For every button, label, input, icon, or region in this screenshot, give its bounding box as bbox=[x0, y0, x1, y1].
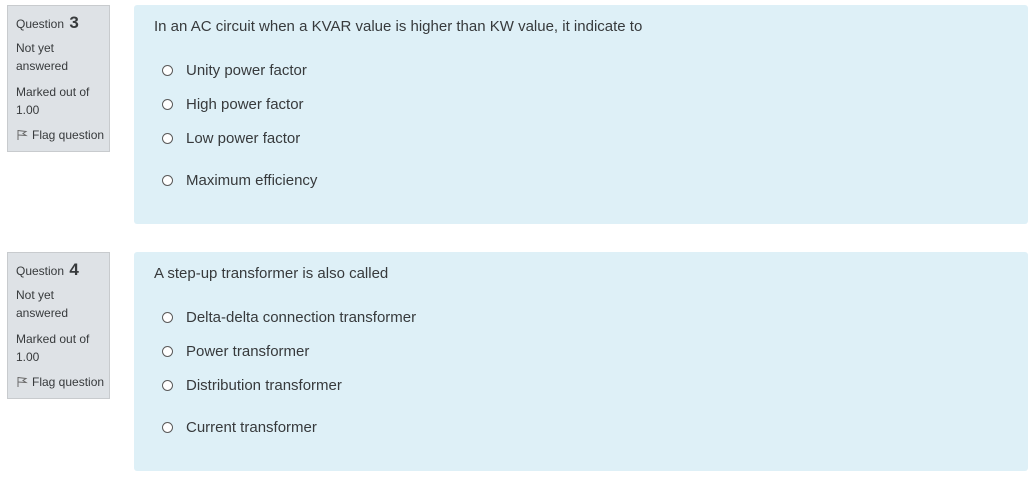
question-content: A step-up transformer is also called Del… bbox=[134, 252, 1028, 471]
answer-option-label: Power transformer bbox=[186, 343, 310, 360]
question-content: In an AC circuit when a KVAR value is hi… bbox=[134, 5, 1028, 224]
answer-option[interactable]: Low power factor bbox=[162, 130, 300, 147]
question-number-value: 4 bbox=[69, 260, 79, 279]
question-state: Not yet answered bbox=[16, 41, 69, 73]
answer-option[interactable]: Power transformer bbox=[162, 343, 309, 360]
question-info-panel: Question 4 Not yet answered Marked out o… bbox=[7, 252, 110, 399]
answer-option[interactable]: High power factor bbox=[162, 96, 304, 113]
question-grade: Marked out of 1.00 bbox=[16, 332, 90, 364]
question-number-value: 3 bbox=[69, 13, 79, 32]
answer-option[interactable]: Current transformer bbox=[162, 419, 317, 436]
answer-option-label: Delta-delta connection transformer bbox=[186, 309, 417, 326]
flag-question-label: Flag question bbox=[32, 375, 105, 389]
flag-icon bbox=[17, 377, 28, 387]
radio-unchecked-icon[interactable] bbox=[162, 175, 173, 186]
radio-unchecked-icon[interactable] bbox=[162, 133, 173, 144]
question-text: A step-up transformer is also called bbox=[154, 265, 389, 282]
question-text: In an AC circuit when a KVAR value is hi… bbox=[154, 18, 643, 35]
answer-option-label: High power factor bbox=[186, 96, 304, 113]
radio-unchecked-icon[interactable] bbox=[162, 65, 173, 76]
answer-option[interactable]: Distribution transformer bbox=[162, 377, 342, 394]
answer-option-label: Current transformer bbox=[186, 419, 317, 436]
question-label: Question bbox=[16, 17, 65, 31]
answer-option[interactable]: Maximum efficiency bbox=[162, 172, 317, 189]
question-state: Not yet answered bbox=[16, 288, 69, 320]
flag-question-link[interactable]: Flag question bbox=[16, 127, 109, 143]
answer-option[interactable]: Delta-delta connection transformer bbox=[162, 309, 416, 326]
radio-unchecked-icon[interactable] bbox=[162, 422, 173, 433]
radio-unchecked-icon[interactable] bbox=[162, 346, 173, 357]
radio-unchecked-icon[interactable] bbox=[162, 99, 173, 110]
flag-icon bbox=[17, 130, 28, 140]
question-info-panel: Question 3 Not yet answered Marked out o… bbox=[7, 5, 110, 152]
radio-unchecked-icon[interactable] bbox=[162, 380, 173, 391]
flag-question-link[interactable]: Flag question bbox=[16, 374, 109, 390]
answer-option-label: Low power factor bbox=[186, 130, 301, 147]
answer-option-label: Unity power factor bbox=[186, 62, 307, 79]
question-grade: Marked out of 1.00 bbox=[16, 85, 90, 117]
answer-option-label: Distribution transformer bbox=[186, 377, 342, 394]
question-label: Question bbox=[16, 264, 65, 278]
answer-option-label: Maximum efficiency bbox=[186, 172, 318, 189]
flag-question-label: Flag question bbox=[32, 128, 105, 142]
question-number: Question 4 bbox=[16, 259, 109, 283]
question-number: Question 3 bbox=[16, 12, 109, 36]
answer-option[interactable]: Unity power factor bbox=[162, 62, 307, 79]
radio-unchecked-icon[interactable] bbox=[162, 312, 173, 323]
